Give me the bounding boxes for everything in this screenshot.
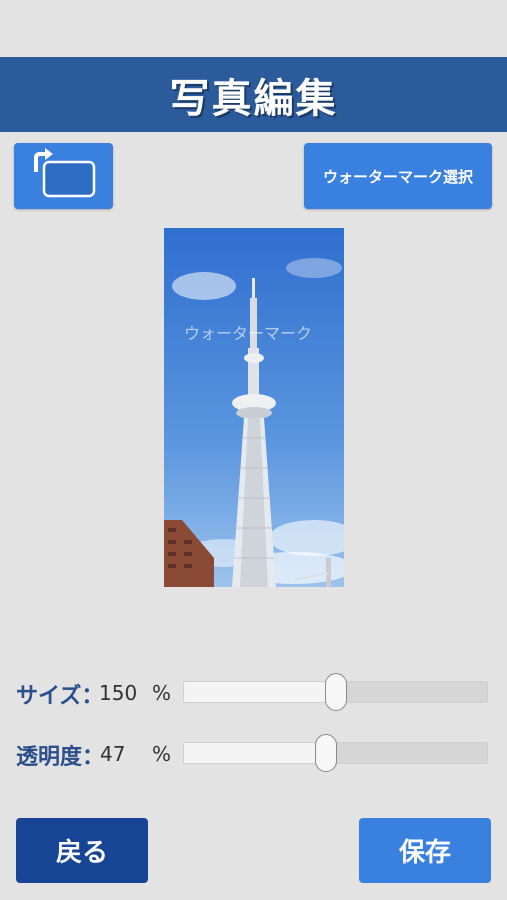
title-bar: 写真編集 xyxy=(0,57,507,132)
opacity-slider-row: 透明度： 47 % xyxy=(0,734,507,772)
page-title: 写真編集 xyxy=(169,75,338,122)
tower-photo xyxy=(164,228,344,587)
opacity-label: 透明度： xyxy=(16,745,105,770)
watermark-select-label: ウォーターマーク選択 xyxy=(322,167,473,186)
opacity-slider-fill xyxy=(184,743,327,763)
size-value: 150 xyxy=(99,681,138,705)
save-button-label: 保存 xyxy=(398,838,451,868)
size-slider-thumb[interactable] xyxy=(324,673,347,711)
rotate-button[interactable] xyxy=(14,143,113,209)
size-label: サイズ： xyxy=(16,684,104,709)
watermark-overlay-text: ウォーターマーク xyxy=(184,324,313,343)
size-slider-fill xyxy=(184,682,336,702)
back-button[interactable]: 戻る xyxy=(16,818,148,883)
opacity-unit: % xyxy=(152,742,172,766)
size-slider-row: サイズ： 150 % xyxy=(0,673,507,711)
size-unit: % xyxy=(152,681,172,705)
size-slider[interactable] xyxy=(183,673,488,711)
watermark-select-button[interactable]: ウォーターマーク選択 xyxy=(304,143,492,209)
opacity-value: 47 xyxy=(100,742,126,766)
photo-preview[interactable]: ウォーターマーク xyxy=(164,228,344,587)
opacity-slider-thumb[interactable] xyxy=(315,734,338,772)
back-button-label: 戻る xyxy=(55,838,108,868)
rotate-icon xyxy=(33,148,95,198)
opacity-slider[interactable] xyxy=(183,734,488,772)
save-button[interactable]: 保存 xyxy=(359,818,491,883)
